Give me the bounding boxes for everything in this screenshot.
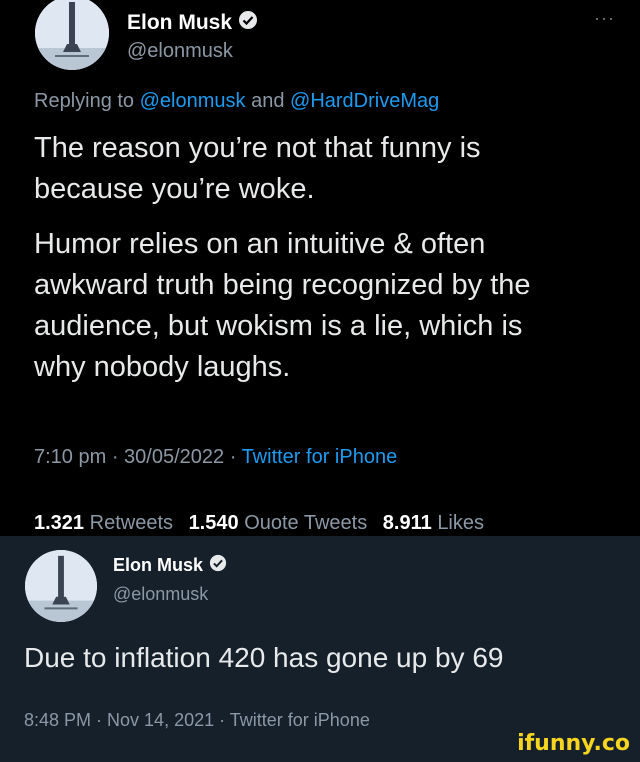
- tweet-text-line: awkward truth being recognized by the: [34, 269, 531, 301]
- retweets-label: Retweets: [89, 512, 173, 534]
- source-link[interactable]: Twitter for iPhone: [242, 446, 398, 468]
- likes-label: Likes: [437, 512, 485, 534]
- replying-prefix: Replying to: [34, 90, 140, 112]
- author-name[interactable]: Elon Musk: [113, 554, 227, 577]
- avatar[interactable]: [35, 0, 109, 70]
- quote-tweets-count: 1.540: [188, 512, 239, 534]
- rocket-avatar-icon: [25, 550, 97, 622]
- tweet-text: The reason you’re not that funny is beca…: [34, 128, 531, 388]
- tweet-text-line: why nobody laughs.: [34, 351, 291, 383]
- author-name[interactable]: Elon Musk: [127, 10, 258, 36]
- replying-to: Replying to @elonmusk and @HardDriveMag: [34, 90, 439, 113]
- tweet-text-line: Humor relies on an intuitive & often: [34, 228, 486, 260]
- tweet-text-line: because you’re woke.: [34, 173, 315, 205]
- verified-icon: [238, 10, 258, 36]
- tweet-timestamp: 7:10 pm · 30/05/2022 · Twitter for iPhon…: [34, 446, 397, 469]
- author-name-text: Elon Musk: [113, 555, 204, 575]
- tweet-text-line: audience, but wokism is a lie, which is: [34, 310, 523, 342]
- quote-tweets-stat[interactable]: 1.540 Ouote Tweets: [189, 512, 368, 534]
- reply-mention-harddrivemag[interactable]: @HardDriveMag: [290, 90, 439, 112]
- author-handle[interactable]: @elonmusk: [113, 584, 208, 605]
- tweet-timestamp[interactable]: 8:48 PM · Nov 14, 2021 · Twitter for iPh…: [24, 710, 370, 731]
- author-handle[interactable]: @elonmusk: [127, 40, 233, 63]
- tweet-text-line: The reason you’re not that funny is: [34, 132, 481, 164]
- tweet-main: Elon Musk @elonmusk ··· Replying to @elo…: [0, 0, 640, 536]
- replying-and: and: [245, 90, 291, 112]
- author-name-text: Elon Musk: [127, 11, 233, 34]
- more-options-icon[interactable]: ···: [594, 8, 615, 29]
- ifunny-watermark: ifunny.co: [517, 731, 630, 756]
- verified-icon: [209, 554, 227, 577]
- avatar[interactable]: [25, 550, 97, 622]
- quote-tweets-label: Ouote Tweets: [244, 512, 368, 534]
- likes-stat[interactable]: 8.911 Likes: [383, 512, 484, 534]
- timestamp-text[interactable]: 7:10 pm · 30/05/2022 ·: [34, 446, 242, 468]
- tweet-secondary: Elon Musk @elonmusk Due to inflation 420…: [0, 536, 640, 762]
- tweet-text: Due to inflation 420 has gone up by 69: [24, 642, 504, 673]
- retweets-stat[interactable]: 1.321 Retweets: [34, 512, 173, 534]
- tweet-stats: 1.321 Retweets 1.540 Ouote Tweets 8.911 …: [34, 512, 494, 535]
- likes-count: 8.911: [382, 512, 432, 534]
- retweets-count: 1.321: [34, 512, 85, 534]
- reply-mention-elonmusk[interactable]: @elonmusk: [140, 90, 246, 112]
- rocket-avatar-icon: [35, 0, 109, 70]
